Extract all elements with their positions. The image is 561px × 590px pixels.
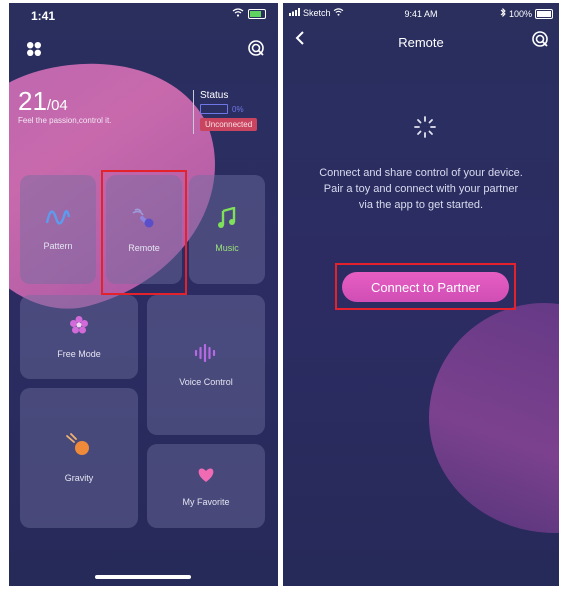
tagline: Feel the passion,control it. xyxy=(18,116,112,125)
tile-label: Gravity xyxy=(64,473,94,483)
battery-icon xyxy=(535,8,553,19)
tile-pattern[interactable]: Pattern xyxy=(20,175,96,284)
tile-voice-control[interactable]: Voice Control xyxy=(147,295,265,435)
broadcast-icon[interactable] xyxy=(247,39,265,62)
status-badge: Unconnected xyxy=(200,118,258,131)
grid-menu-icon[interactable] xyxy=(26,41,42,62)
tile-label: My Favorite xyxy=(182,497,230,507)
tile-label: Music xyxy=(215,242,239,253)
loading-spinner-icon xyxy=(413,115,437,139)
highlight-box xyxy=(335,263,516,310)
battery-group: 100% xyxy=(500,7,553,19)
status-battery-bar xyxy=(200,104,228,114)
status-battery: 0% xyxy=(200,104,257,114)
home-screen: 1:41 21/04 Feel the passion,control it. … xyxy=(9,3,278,586)
status-title: Status xyxy=(200,90,229,101)
status-bar: Sketch 9:41 AM 100% xyxy=(283,3,559,25)
flower-icon xyxy=(69,315,89,339)
status-icons xyxy=(232,8,266,20)
tile-label: Free Mode xyxy=(57,349,101,359)
tile-label: Pattern xyxy=(43,240,73,251)
wifi-icon xyxy=(232,8,244,20)
description: Connect and share control of your device… xyxy=(305,165,537,213)
tile-free-mode[interactable]: Free Mode xyxy=(20,295,138,379)
tile-my-favorite[interactable]: My Favorite xyxy=(147,444,265,528)
decorative-blob xyxy=(429,303,559,533)
heart-icon xyxy=(197,465,215,487)
date-month: /04 xyxy=(46,97,68,114)
home-indicator xyxy=(95,575,191,579)
description-line: via the app to get started. xyxy=(358,199,484,211)
battery-icon xyxy=(248,9,266,19)
description-line: Connect and share control of your device… xyxy=(319,167,523,179)
status-time: 1:41 xyxy=(31,9,56,23)
ball-icon xyxy=(64,433,94,463)
nav-title: Remote xyxy=(398,35,444,50)
tile-label: Voice Control xyxy=(179,377,233,387)
bluetooth-icon xyxy=(500,7,506,19)
tile-music[interactable]: Music xyxy=(189,175,265,284)
connection-status: Status 0% Unconnected xyxy=(193,90,258,134)
tile-gravity[interactable]: Gravity xyxy=(20,388,138,528)
battery-percent: 100% xyxy=(508,8,532,19)
sound-wave-icon xyxy=(194,343,218,367)
broadcast-icon[interactable] xyxy=(531,30,549,53)
wave-icon xyxy=(45,209,71,231)
status-bar: 1:41 xyxy=(9,3,278,25)
date-day: 21 xyxy=(18,86,47,116)
highlight-box xyxy=(101,170,187,295)
music-note-icon xyxy=(217,205,237,233)
remote-screen: Sketch 9:41 AM 100% Remote Connect and s… xyxy=(283,3,559,586)
date-display: 21/04 xyxy=(18,86,68,117)
status-percent: 0% xyxy=(232,104,244,114)
description-line: Pair a toy and connect with your partner xyxy=(323,183,519,195)
